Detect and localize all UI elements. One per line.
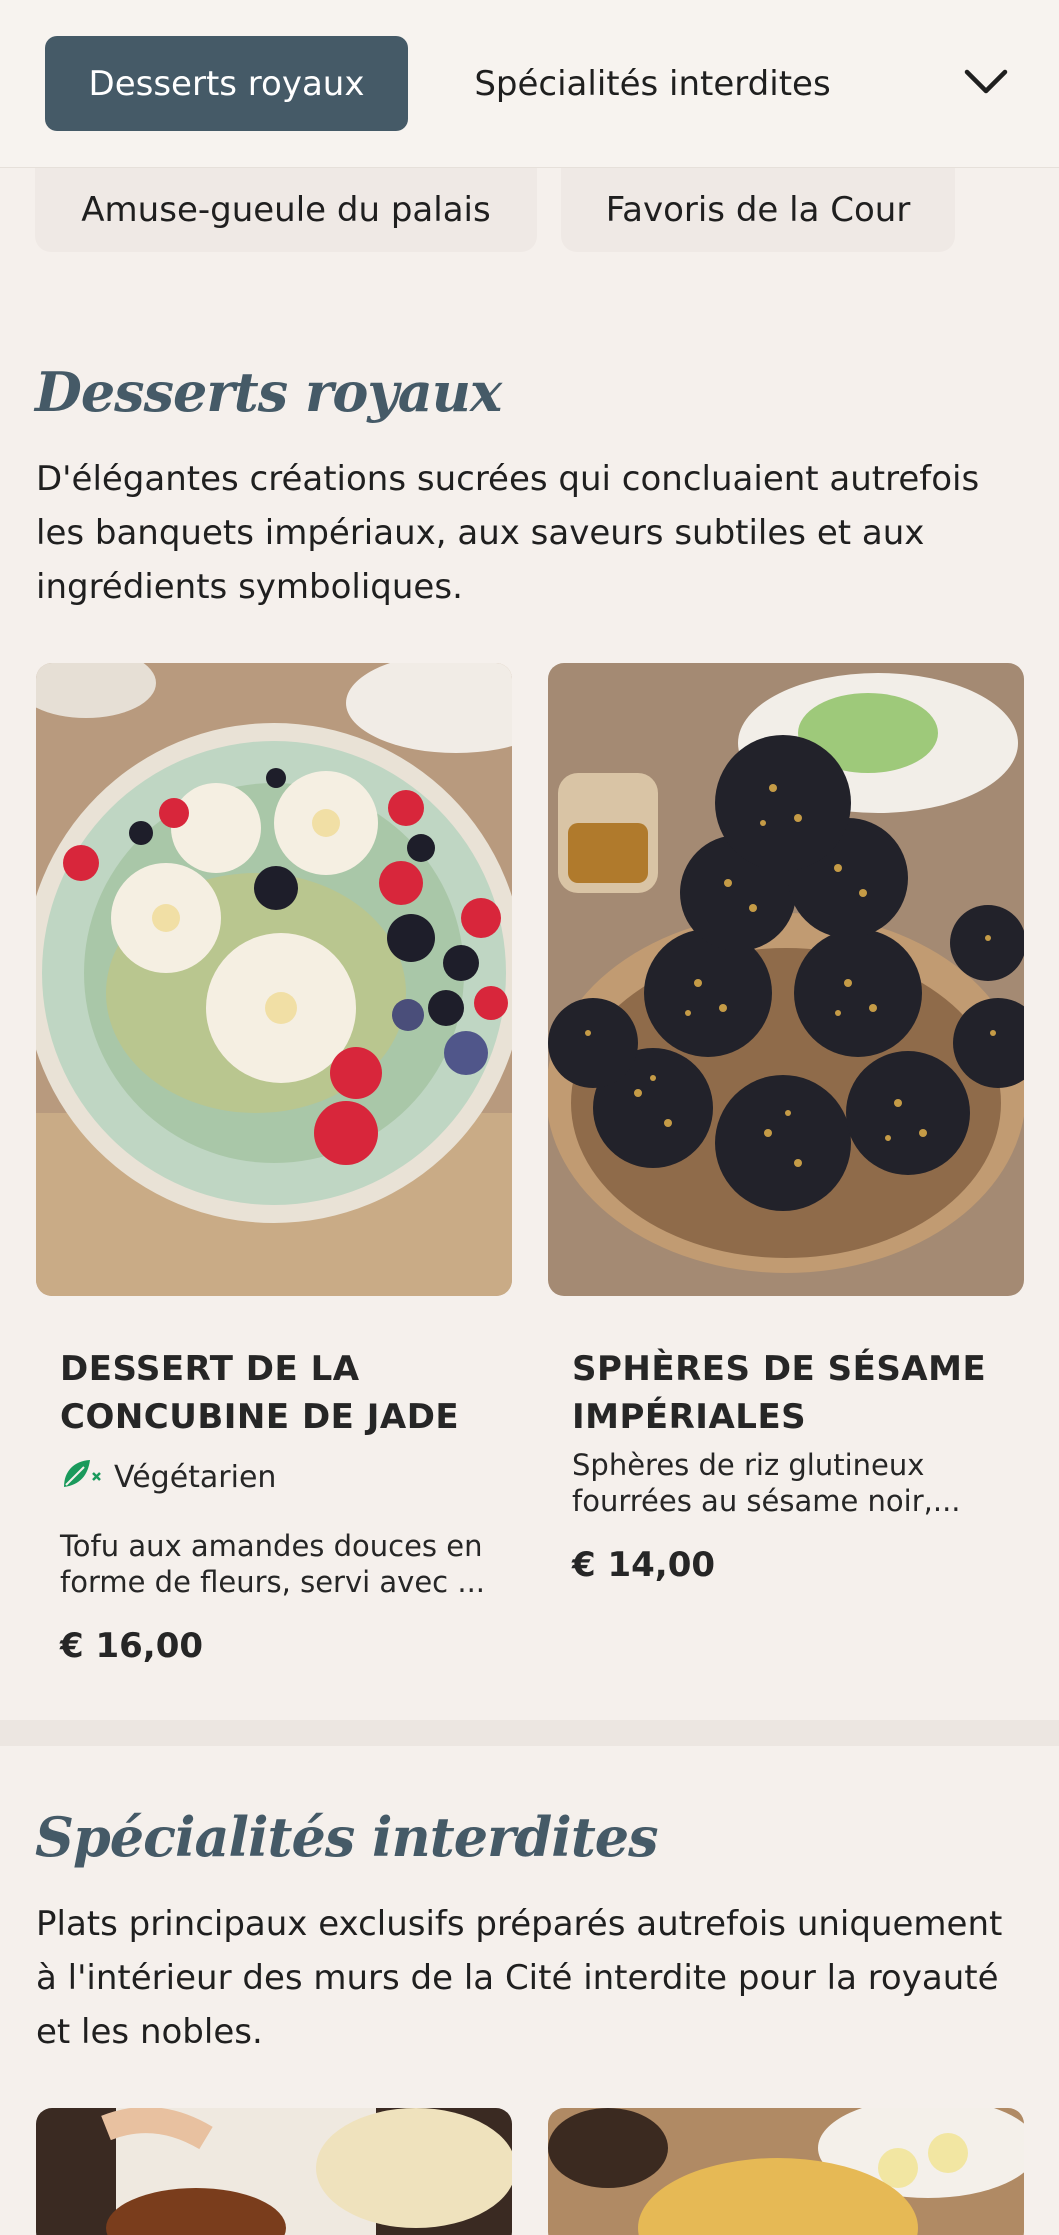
tab-amuse-gueule[interactable]: Amuse-gueule du palais	[35, 168, 537, 252]
item-description: Tofu aux amandes douces en forme de fleu…	[60, 1529, 486, 1599]
vegetarian-badge: Végétarien	[60, 1455, 276, 1499]
section-title: Desserts royaux	[35, 360, 502, 424]
tab-favoris-cour[interactable]: Favoris de la Cour	[561, 168, 955, 252]
section-title: Spécialités interdites	[35, 1805, 659, 1869]
dish-image	[36, 663, 512, 1296]
tab-specialites-interdites[interactable]: Spécialités interdites	[450, 36, 855, 131]
section-description: D'élégantes créations sucrées qui conclu…	[36, 459, 980, 607]
vegetarian-leaf-icon	[60, 1455, 102, 1499]
vegetarian-label: Végétarien	[114, 1459, 277, 1495]
item-price: € 14,00	[572, 1545, 716, 1585]
section-description: Plats principaux exclusifs préparés autr…	[36, 1904, 1003, 2052]
item-price: € 16,00	[60, 1626, 204, 1666]
dish-image	[548, 663, 1024, 1296]
item-name: Dessert de la concubine de Jade	[60, 1349, 460, 1437]
item-name: Sphères de sésame impériales	[572, 1349, 987, 1437]
item-description: Sphères de riz glutineux fourrées au sés…	[572, 1448, 961, 1518]
tab-desserts-royaux[interactable]: Desserts royaux	[45, 36, 408, 131]
chevron-down-icon[interactable]	[960, 60, 1012, 104]
dish-image[interactable]	[36, 2108, 512, 2235]
section-divider	[0, 1720, 1059, 1746]
dish-image[interactable]	[548, 2108, 1024, 2235]
category-nav: Desserts royaux Spécialités interdites	[0, 0, 1059, 168]
